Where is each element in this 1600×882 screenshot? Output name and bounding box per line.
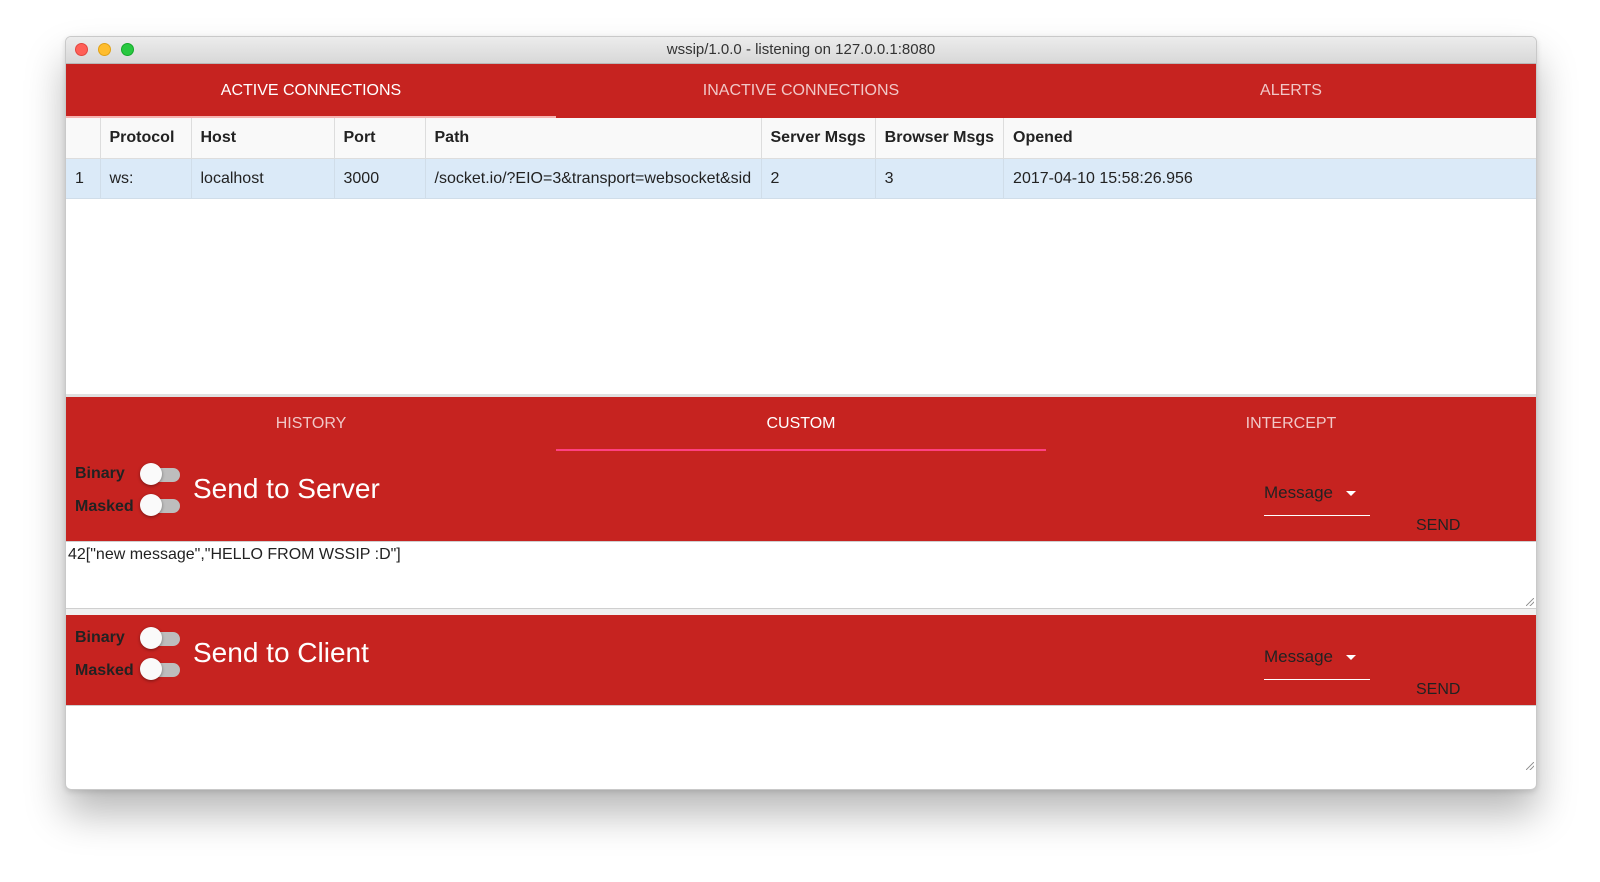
binary-label: Binary xyxy=(75,465,125,482)
toggle-knob xyxy=(140,494,162,516)
tab-active-connections[interactable]: ACTIVE CONNECTIONS xyxy=(66,64,556,118)
toggle-knob xyxy=(140,658,162,680)
send-button[interactable]: SEND xyxy=(1416,517,1460,535)
connections-tab-bar: ACTIVE CONNECTIONS INACTIVE CONNECTIONS … xyxy=(66,64,1536,118)
cell-port: 3000 xyxy=(334,158,426,199)
tab-inactive-connections[interactable]: INACTIVE CONNECTIONS xyxy=(556,64,1046,118)
column-header-opened[interactable]: Opened xyxy=(1003,118,1204,159)
connections-table: Protocol Host Port Path Server Msgs Brow… xyxy=(66,118,1204,199)
connections-grid: Protocol Host Port Path Server Msgs Brow… xyxy=(66,118,1536,397)
masked-label: Masked xyxy=(75,498,134,515)
message-type-select[interactable]: Message xyxy=(1264,645,1370,680)
cell-host: localhost xyxy=(191,158,335,199)
send-to-client-title: Send to Client xyxy=(193,637,369,668)
cell-opened: 2017-04-10 15:58:26.956 xyxy=(1003,158,1204,199)
toggle-knob xyxy=(140,463,162,485)
table-row-filler[interactable] xyxy=(1198,159,1536,199)
binary-label: Binary xyxy=(75,629,125,646)
table-row[interactable]: 1 ws: localhost 3000 /socket.io/?EIO=3&t… xyxy=(66,158,1204,199)
cell-server-msgs: 2 xyxy=(761,158,876,199)
cell-path: /socket.io/?EIO=3&transport=websocket&si… xyxy=(425,158,762,199)
table-header-row: Protocol Host Port Path Server Msgs Brow… xyxy=(66,118,1204,159)
window-title: wssip/1.0.0 - listening on 127.0.0.1:808… xyxy=(666,41,936,58)
column-header-port[interactable]: Port xyxy=(334,118,426,159)
message-type-value: Message xyxy=(1264,647,1333,666)
tab-custom[interactable]: CUSTOM xyxy=(556,397,1046,451)
send-to-server-title: Send to Server xyxy=(193,473,380,504)
dropdown-arrow-icon xyxy=(1346,491,1356,496)
column-header-server-msgs[interactable]: Server Msgs xyxy=(761,118,876,159)
tab-intercept[interactable]: INTERCEPT xyxy=(1046,397,1536,451)
server-message-input[interactable] xyxy=(66,542,1536,608)
binary-toggle[interactable] xyxy=(140,462,182,486)
cell-protocol: ws: xyxy=(100,158,192,199)
tab-label: ALERTS xyxy=(1260,82,1322,99)
tab-label: CUSTOM xyxy=(766,415,836,432)
masked-toggle[interactable] xyxy=(140,493,182,517)
toggle-knob xyxy=(140,627,162,649)
send-to-server-bar: Binary Masked Send to Server Message SEN… xyxy=(66,451,1536,541)
masked-label: Masked xyxy=(75,662,134,679)
message-type-select[interactable]: Message xyxy=(1264,481,1370,516)
cell-browser-msgs: 3 xyxy=(875,158,1005,199)
tab-label: INACTIVE CONNECTIONS xyxy=(702,82,900,99)
app-window: wssip/1.0.0 - listening on 127.0.0.1:808… xyxy=(65,36,1537,790)
send-button[interactable]: SEND xyxy=(1416,681,1460,699)
tab-label: HISTORY xyxy=(275,415,347,432)
resize-grip-icon[interactable] xyxy=(1526,598,1534,606)
cell-index: 1 xyxy=(66,158,101,199)
table-header-filler xyxy=(1198,118,1536,159)
binary-toggle[interactable] xyxy=(140,626,182,650)
client-message-box xyxy=(66,705,1536,772)
message-tab-bar: HISTORY CUSTOM INTERCEPT xyxy=(66,397,1536,451)
title-bar: wssip/1.0.0 - listening on 127.0.0.1:808… xyxy=(66,37,1536,64)
server-message-box xyxy=(66,541,1536,609)
send-to-client-bar: Binary Masked Send to Client Message SEN… xyxy=(66,615,1536,705)
column-header-browser-msgs[interactable]: Browser Msgs xyxy=(875,118,1005,159)
resize-grip-icon[interactable] xyxy=(1526,762,1534,770)
message-type-value: Message xyxy=(1264,483,1333,502)
column-header-host[interactable]: Host xyxy=(191,118,335,159)
tab-history[interactable]: HISTORY xyxy=(66,397,556,451)
masked-toggle[interactable] xyxy=(140,657,182,681)
tab-alerts[interactable]: ALERTS xyxy=(1046,64,1536,118)
dropdown-arrow-icon xyxy=(1346,655,1356,660)
tab-label: INTERCEPT xyxy=(1245,415,1337,432)
tab-label: ACTIVE CONNECTIONS xyxy=(220,82,402,99)
column-header-protocol[interactable]: Protocol xyxy=(100,118,192,159)
column-header-path[interactable]: Path xyxy=(425,118,762,159)
column-header-index[interactable] xyxy=(66,118,101,159)
client-message-input[interactable] xyxy=(66,706,1536,772)
